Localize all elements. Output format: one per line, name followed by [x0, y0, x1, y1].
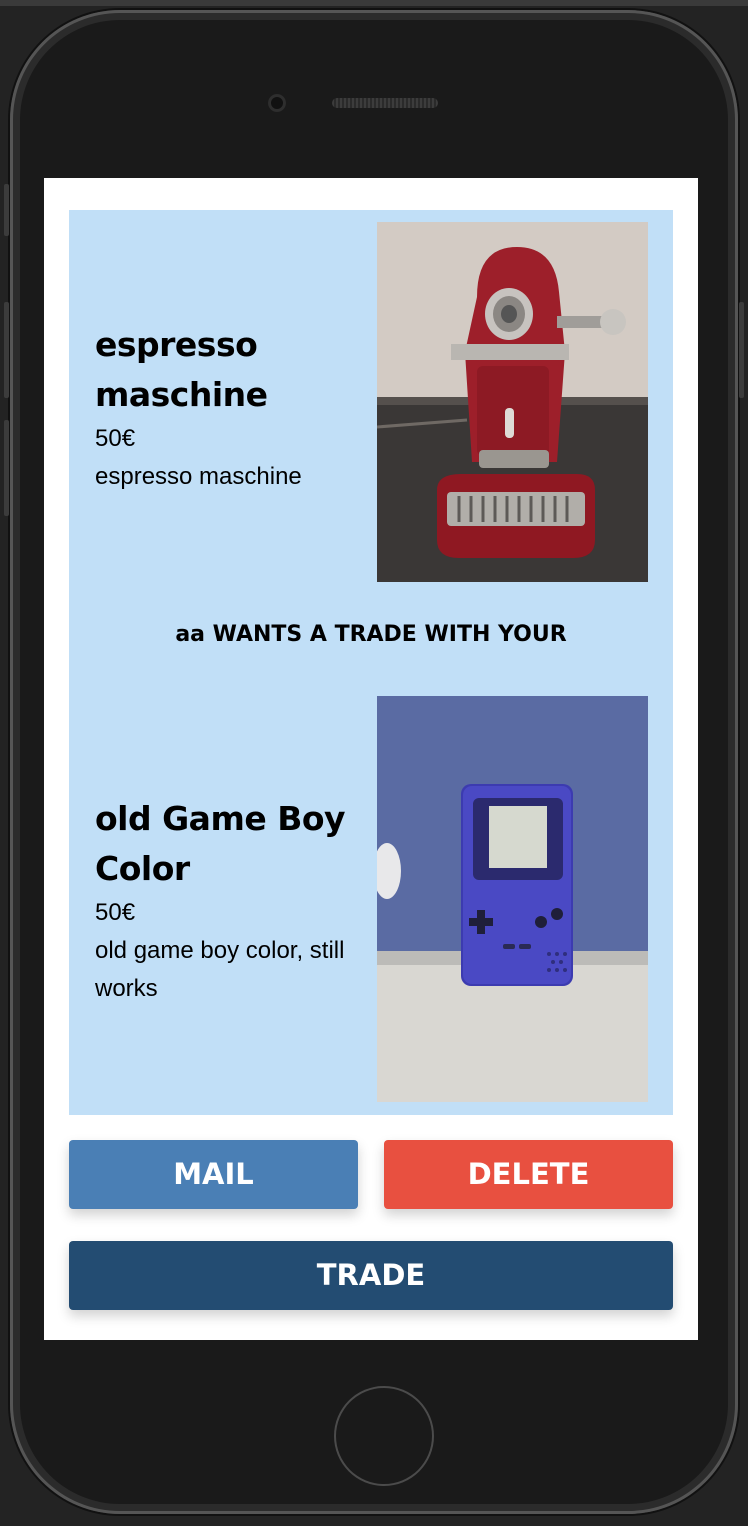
volume-up-button[interactable] [4, 302, 9, 398]
item-title: old Game Boy Color [95, 799, 346, 888]
mute-switch[interactable] [4, 184, 9, 236]
trade-request-label: aa WANTS A TRADE WITH YOUR [175, 622, 567, 647]
offered-item[interactable]: old Game Boy Color 50€ old game boy colo… [69, 696, 673, 1102]
trade-offer-card: espresso maschine 50€ espresso maschine [69, 210, 673, 1115]
trade-button[interactable]: TRADE [69, 1241, 673, 1310]
offered-item-info: old Game Boy Color 50€ old game boy colo… [95, 794, 375, 1008]
mail-button[interactable]: MAIL [69, 1140, 358, 1209]
requested-item[interactable]: espresso maschine 50€ espresso maschine [69, 222, 673, 582]
item-price: 50€ [95, 899, 136, 926]
volume-down-button[interactable] [4, 420, 9, 516]
item-title: espresso maschine [95, 325, 268, 414]
front-camera [268, 94, 286, 112]
app-screen: espresso maschine 50€ espresso maschine [44, 178, 698, 1340]
delete-button[interactable]: DELETE [384, 1140, 673, 1209]
game-boy-color-photo [377, 696, 648, 1102]
power-button[interactable] [739, 302, 744, 398]
earpiece-speaker [332, 98, 438, 108]
item-price: 50€ [95, 425, 136, 452]
window-top-edge [0, 0, 748, 6]
requested-item-info: espresso maschine 50€ espresso maschine [95, 320, 375, 496]
espresso-machine-photo [377, 222, 648, 582]
item-description: old game boy color, still works [95, 937, 345, 1002]
item-description: espresso maschine [95, 463, 302, 490]
home-button[interactable] [334, 1386, 434, 1486]
